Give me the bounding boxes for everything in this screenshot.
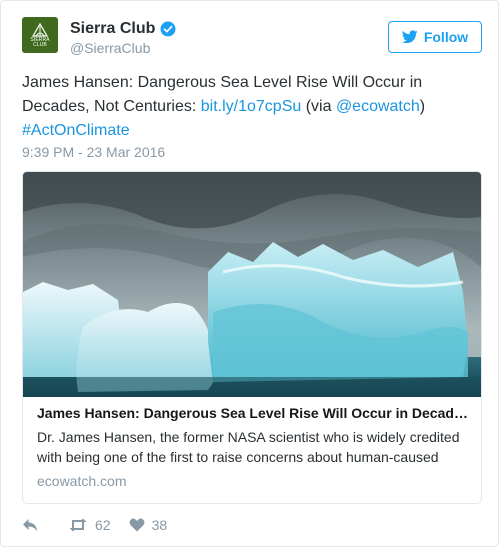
retweet-count: 62 [95,517,111,533]
embedded-tweet: SIERRA CLUB Sierra Club @SierraClub Follo… [0,0,499,547]
tweet-via-suffix: ) [419,98,426,115]
display-name-row[interactable]: Sierra Club [70,19,176,39]
display-name[interactable]: Sierra Club [70,19,155,39]
tweet-timestamp[interactable]: 9:39 PM - 23 Mar 2016 [22,143,165,161]
card-domain: ecowatch.com [37,473,127,489]
tweet-actions: 62 38 [22,515,167,535]
account-names[interactable]: Sierra Club @SierraClub [70,19,176,57]
card-image-icebergs[interactable] [23,172,481,397]
like-count: 38 [151,517,168,533]
reply-button[interactable] [22,518,38,532]
verified-badge-icon [160,21,176,37]
tweet-link[interactable]: bit.ly/1o7cpSu [201,98,302,115]
follow-button[interactable]: Follow [388,21,482,53]
retweet-button[interactable]: 62 [68,517,111,533]
avatar-logo-text: SIERRA CLUB [30,37,50,48]
tweet-via-prefix: (via [301,98,336,115]
follow-button-label: Follow [423,29,469,45]
hashtag-link[interactable]: #ActOnClimate [22,122,130,139]
card-body[interactable]: James Hansen: Dangerous Sea Level Rise W… [37,403,469,490]
account-handle[interactable]: @SierraClub [70,39,176,57]
twitter-bird-icon [401,30,418,44]
card-title[interactable]: James Hansen: Dangerous Sea Level Rise W… [37,403,469,423]
like-button[interactable]: 38 [129,517,168,533]
tweet-text: James Hansen: Dangerous Sea Level Rise W… [22,71,482,143]
tweet-header: SIERRA CLUB Sierra Club @SierraClub Follo… [22,17,482,61]
link-card[interactable]: James Hansen: Dangerous Sea Level Rise W… [22,171,482,504]
avatar[interactable]: SIERRA CLUB [22,17,58,53]
retweet-icon [69,518,87,532]
sierra-club-logo-icon [31,22,49,37]
reply-icon [23,519,37,531]
heart-icon [129,518,145,532]
mention-link[interactable]: @ecowatch [336,98,420,115]
card-description: Dr. James Hansen, the former NASA scient… [37,429,460,465]
